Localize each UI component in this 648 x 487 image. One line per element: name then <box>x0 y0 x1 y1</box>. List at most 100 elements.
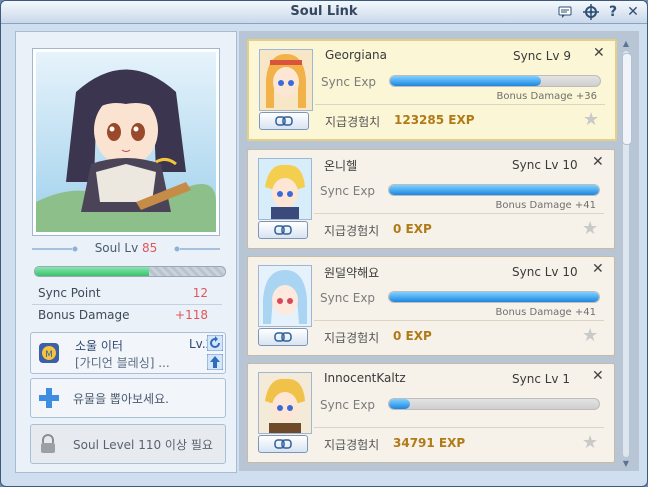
list-item[interactable]: InnocentKaltz Sync Lv 1 ✕ Sync Exp 지급경험치… <box>247 363 615 463</box>
sync-level: Sync Lv 10 <box>512 158 578 172</box>
remove-icon[interactable]: ✕ <box>593 45 605 61</box>
exp-value: 34791 EXP <box>393 436 466 450</box>
remove-icon[interactable]: ✕ <box>592 154 604 170</box>
soul-name: Georgiana <box>325 48 388 62</box>
sync-level: Sync Lv 1 <box>512 372 570 386</box>
list-item[interactable]: 온니헬 Sync Lv 10 ✕ Sync Exp Bonus Damage +… <box>247 149 615 249</box>
chat-icon[interactable] <box>557 4 573 20</box>
sync-level: Sync Lv 9 <box>513 49 571 63</box>
ether-title: 소울 이터 <box>75 339 123 353</box>
link-button[interactable] <box>258 328 308 346</box>
stat-label: Bonus Damage <box>38 308 130 322</box>
scroll-down-arrow-icon[interactable]: ▼ <box>621 459 631 469</box>
chain-link-icon <box>274 332 292 342</box>
soul-ether-card[interactable]: M 소울 이터 Lv.2 [가디언 블레싱] ... <box>30 332 226 374</box>
help-icon[interactable]: ? <box>605 4 621 20</box>
remove-icon[interactable]: ✕ <box>592 261 604 277</box>
exp-label: 지급경험치 <box>324 224 380 238</box>
exp-label: 지급경험치 <box>325 115 381 129</box>
settings-wheel-icon[interactable] <box>583 4 599 20</box>
soul-link-list-panel: Georgiana Sync Lv 9 ✕ Sync Exp Bonus Dam… <box>239 31 639 471</box>
sync-exp-fill <box>389 292 599 302</box>
chain-link-icon <box>274 439 292 449</box>
list-item[interactable]: Georgiana Sync Lv 9 ✕ Sync Exp Bonus Dam… <box>247 39 617 141</box>
favorite-star-icon[interactable]: ★ <box>582 325 598 346</box>
stat-value: 12 <box>192 286 208 300</box>
soul-level-progress-fill <box>35 267 149 276</box>
portrait-frame <box>32 48 220 236</box>
favorite-star-icon[interactable]: ★ <box>582 218 598 239</box>
bonus-damage: Bonus Damage +36 <box>496 91 597 102</box>
soul-portrait <box>36 52 216 232</box>
list-scrollbar[interactable]: ▲ ▼ <box>621 39 632 469</box>
exp-value: 0 EXP <box>393 329 432 343</box>
divider <box>315 104 605 105</box>
sync-exp-fill <box>389 185 599 195</box>
favorite-star-icon[interactable]: ★ <box>582 432 598 453</box>
draw-relic-card[interactable]: 유물을 뽑아보세요. <box>30 378 226 418</box>
locked-slot-card: Soul Level 110 이상 필요 <box>30 424 226 464</box>
locked-slot-text: Soul Level 110 이상 필요 <box>73 438 213 452</box>
scroll-up-arrow-icon[interactable]: ▲ <box>621 39 631 49</box>
draw-relic-text: 유물을 뽑아보세요. <box>73 392 169 406</box>
sync-exp-label: Sync Exp <box>320 184 376 198</box>
sync-exp-bar <box>389 75 601 87</box>
divider <box>32 304 222 305</box>
exp-label: 지급경험치 <box>324 331 380 345</box>
sync-exp-fill <box>390 76 542 86</box>
sync-level: Sync Lv 10 <box>512 265 578 279</box>
scroll-thumb[interactable] <box>622 53 632 145</box>
linked-soul-list: Georgiana Sync Lv 9 ✕ Sync Exp Bonus Dam… <box>247 39 621 469</box>
soul-link-window: Soul Link ? ✕ Soul Lv 85 Sync Point 12 B… <box>0 0 648 487</box>
ether-subtitle: [가디언 블레싱] ... <box>75 356 170 370</box>
soul-name: InnocentKaltz <box>324 371 406 385</box>
link-button[interactable] <box>258 435 308 453</box>
sync-exp-bar <box>388 398 600 410</box>
exp-value: 123285 EXP <box>394 113 475 127</box>
soul-name: 온니헬 <box>324 159 358 173</box>
sync-exp-label: Sync Exp <box>320 398 376 412</box>
divider <box>314 427 604 428</box>
link-button[interactable] <box>259 112 309 130</box>
soul-avatar <box>258 372 312 434</box>
chain-link-icon <box>275 116 293 126</box>
soul-avatar <box>258 265 312 327</box>
exp-label: 지급경험치 <box>324 438 380 452</box>
stat-sync-point: Sync Point 12 <box>38 286 208 302</box>
soul-level-progress-bar <box>34 266 226 277</box>
ornament-right-icon <box>174 246 220 252</box>
list-item[interactable]: 원덜약해요 Sync Lv 10 ✕ Sync Exp Bonus Damage… <box>247 256 615 356</box>
arrow-up-icon[interactable] <box>206 353 224 371</box>
stat-value: +118 <box>175 308 208 322</box>
title-bar[interactable]: Soul Link ? ✕ <box>1 1 647 24</box>
favorite-star-icon[interactable]: ★ <box>583 109 599 130</box>
sync-exp-fill <box>389 399 410 409</box>
soul-level-label: Soul Lv <box>94 241 139 255</box>
stat-label: Sync Point <box>38 286 101 300</box>
sync-exp-bar <box>388 184 600 196</box>
divider <box>314 320 604 321</box>
plus-icon <box>37 386 61 410</box>
lock-icon <box>39 434 57 454</box>
sync-exp-label: Sync Exp <box>320 291 376 305</box>
soul-level-value: 85 <box>142 241 158 255</box>
soul-profile-panel: Soul Lv 85 Sync Point 12 Bonus Damage +1… <box>15 31 237 473</box>
stat-bonus-damage: Bonus Damage +118 <box>38 308 208 324</box>
svg-text:M: M <box>45 350 53 360</box>
bonus-damage: Bonus Damage +41 <box>495 307 596 318</box>
window-title: Soul Link <box>290 4 358 19</box>
ether-emblem-icon: M <box>37 341 61 365</box>
remove-icon[interactable]: ✕ <box>592 368 604 384</box>
soul-avatar <box>259 49 313 111</box>
divider <box>314 213 604 214</box>
chain-link-icon <box>274 225 292 235</box>
bonus-damage: Bonus Damage +41 <box>495 200 596 211</box>
sync-exp-bar <box>388 291 600 303</box>
refresh-icon[interactable] <box>206 334 224 352</box>
soul-avatar <box>258 158 312 220</box>
sync-exp-label: Sync Exp <box>321 75 377 89</box>
soul-name: 원덜약해요 <box>324 266 380 280</box>
close-icon[interactable]: ✕ <box>625 4 641 20</box>
exp-value: 0 EXP <box>393 222 432 236</box>
link-button[interactable] <box>258 221 308 239</box>
